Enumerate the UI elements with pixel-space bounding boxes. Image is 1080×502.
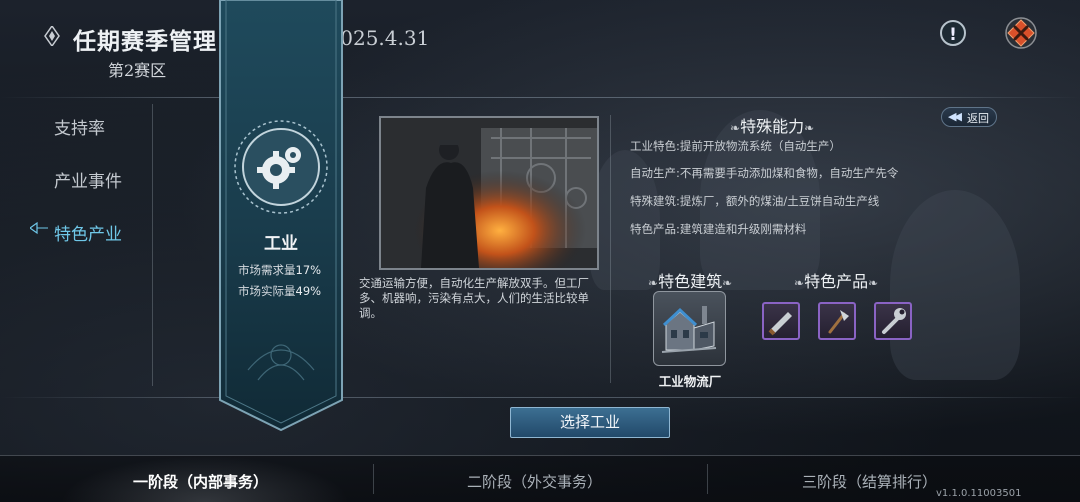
zone-label: 第2赛区: [108, 61, 167, 80]
content-divider: [610, 115, 611, 383]
ornament-icon: ❧: [804, 121, 815, 135]
abilities-title: ❧特殊能力❧: [730, 117, 815, 136]
market-actual-stat: 市场实际量49%: [238, 283, 321, 299]
tab-stage-3[interactable]: 三阶段（结算排行）: [802, 471, 937, 492]
special-building-title: ❧特色建筑❧: [648, 272, 733, 291]
industry-name: 工业: [264, 234, 298, 254]
ornament-icon: ❧: [648, 276, 659, 290]
back-label: 返回: [967, 112, 989, 125]
ornament-icon: ❧: [722, 276, 733, 290]
page-title: 任期赛季管理: [73, 28, 217, 55]
tab-stage-2[interactable]: 二阶段（外交事务）: [467, 471, 602, 492]
special-products-title: ❧特色产品❧: [794, 272, 879, 291]
stat-label: 市场需求量: [238, 263, 296, 277]
sidebar-divider: [152, 104, 153, 386]
product-slot-wrench[interactable]: [874, 302, 912, 340]
ability-line: 自动生产:不再需要手动添加煤和食物，自动生产先令: [630, 166, 899, 180]
industry-gear-icon: [234, 120, 328, 214]
back-button[interactable]: ◀◀ 返回: [941, 107, 997, 127]
select-industry-button[interactable]: 选择工业: [510, 407, 670, 438]
ability-line: 特殊建筑:提炼厂，额外的煤油/土豆饼自动生产线: [630, 194, 880, 208]
sidebar-item-special-industry[interactable]: 特色产业: [54, 220, 122, 245]
info-button[interactable]: !: [940, 20, 966, 46]
diamond-emblem-icon: [44, 26, 60, 46]
panel-top-border: [0, 97, 1080, 98]
panel-bottom-border: [0, 397, 1080, 398]
active-arrow-icon: [30, 221, 48, 235]
ability-line: 特色产品:建筑建造和升级刚需材料: [630, 222, 807, 236]
ornament-icon: ❧: [868, 276, 879, 290]
industry-banner: [219, 0, 343, 432]
industry-illustration: [379, 116, 599, 270]
stat-value: 17%: [295, 263, 322, 277]
axe-icon: [828, 310, 849, 334]
saw-icon: [768, 312, 792, 336]
sidebar-item-industry-events[interactable]: 产业事件: [54, 167, 122, 192]
tab-separator: [373, 464, 374, 494]
stat-label: 市场实际量: [238, 284, 296, 298]
close-button[interactable]: [1004, 16, 1038, 50]
tab-separator: [707, 464, 708, 494]
special-building-name: 工业物流厂: [658, 374, 722, 389]
stat-value: 49%: [295, 284, 322, 298]
version-label: v1.1.0.11003501: [936, 488, 1022, 499]
tab-stage-1[interactable]: 一阶段（内部事务）: [133, 471, 268, 492]
exclamation-icon: !: [949, 25, 957, 45]
market-demand-stat: 市场需求量17%: [238, 262, 321, 278]
ornament-icon: ❧: [730, 121, 741, 135]
factory-building-icon: [661, 306, 717, 353]
industry-description: 交通运输方便，自动化生产解放双手。但工厂多、机器响，污染有点大，人们的生活比较单…: [359, 276, 589, 320]
product-slot-saw[interactable]: [762, 302, 800, 340]
double-chevron-left-icon: ◀◀: [948, 110, 962, 123]
special-building-card[interactable]: [653, 291, 726, 366]
ability-line: 工业特色:提前开放物流系统（自动生产）: [630, 139, 841, 153]
product-slot-axe[interactable]: [818, 302, 856, 340]
ornament-icon: ❧: [794, 276, 805, 290]
wrench-icon: [882, 308, 906, 334]
background-figure: [890, 190, 1020, 380]
sidebar-item-support-rate[interactable]: 支持率: [54, 114, 105, 139]
